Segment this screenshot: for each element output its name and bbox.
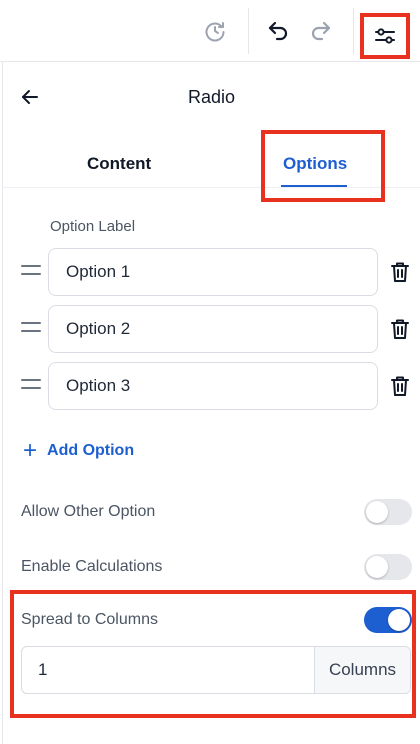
option-label-heading: Option Label: [50, 218, 136, 235]
enable-calculations-toggle[interactable]: [364, 554, 412, 580]
toolbar-divider: [248, 8, 249, 54]
top-toolbar: [0, 0, 420, 62]
option-row: [3, 362, 420, 410]
trash-icon[interactable]: [389, 260, 411, 284]
settings-sliders-icon: [375, 28, 395, 44]
allow-other-option-toggle[interactable]: [364, 499, 412, 525]
enable-calculations-label: Enable Calculations: [21, 558, 163, 575]
panel-header: Radio: [3, 62, 420, 128]
trash-icon[interactable]: [389, 317, 411, 341]
columns-suffix: Columns: [314, 647, 410, 693]
drag-handle-icon[interactable]: [21, 322, 41, 336]
option-row: [3, 305, 420, 353]
drag-handle-icon[interactable]: [21, 379, 41, 393]
columns-count-input[interactable]: [22, 647, 314, 693]
option-input[interactable]: [48, 248, 378, 296]
spread-to-columns-row: Spread to Columns: [3, 605, 420, 635]
spread-to-columns-label: Spread to Columns: [21, 611, 158, 628]
option-row: [3, 248, 420, 296]
plus-icon: +: [23, 437, 38, 464]
tab-options[interactable]: Options: [283, 154, 347, 174]
allow-other-option-row: Allow Other Option: [3, 497, 420, 527]
spread-to-columns-toggle[interactable]: [364, 607, 412, 633]
option-input[interactable]: [48, 362, 378, 410]
trash-icon[interactable]: [389, 374, 411, 398]
columns-input-group: Columns: [21, 646, 411, 694]
active-tab-indicator: [281, 185, 347, 187]
redo-icon[interactable]: [305, 15, 337, 47]
tab-content[interactable]: Content: [87, 154, 151, 174]
toolbar-divider: [353, 8, 354, 54]
drag-handle-icon[interactable]: [21, 265, 41, 279]
history-clock-icon[interactable]: [199, 15, 231, 47]
undo-icon[interactable]: [262, 15, 294, 47]
add-option-button[interactable]: + Add Option: [23, 439, 134, 463]
enable-calculations-row: Enable Calculations: [3, 552, 420, 582]
add-option-label: Add Option: [47, 442, 135, 459]
panel-title: Radio: [187, 87, 236, 107]
field-settings-panel: Radio Content Options Option Label Optio…: [2, 62, 420, 744]
panel-tabs: Content Options: [3, 138, 420, 188]
settings-button[interactable]: [360, 13, 410, 59]
option-input[interactable]: [48, 305, 378, 353]
allow-other-option-label: Allow Other Option: [21, 503, 156, 520]
